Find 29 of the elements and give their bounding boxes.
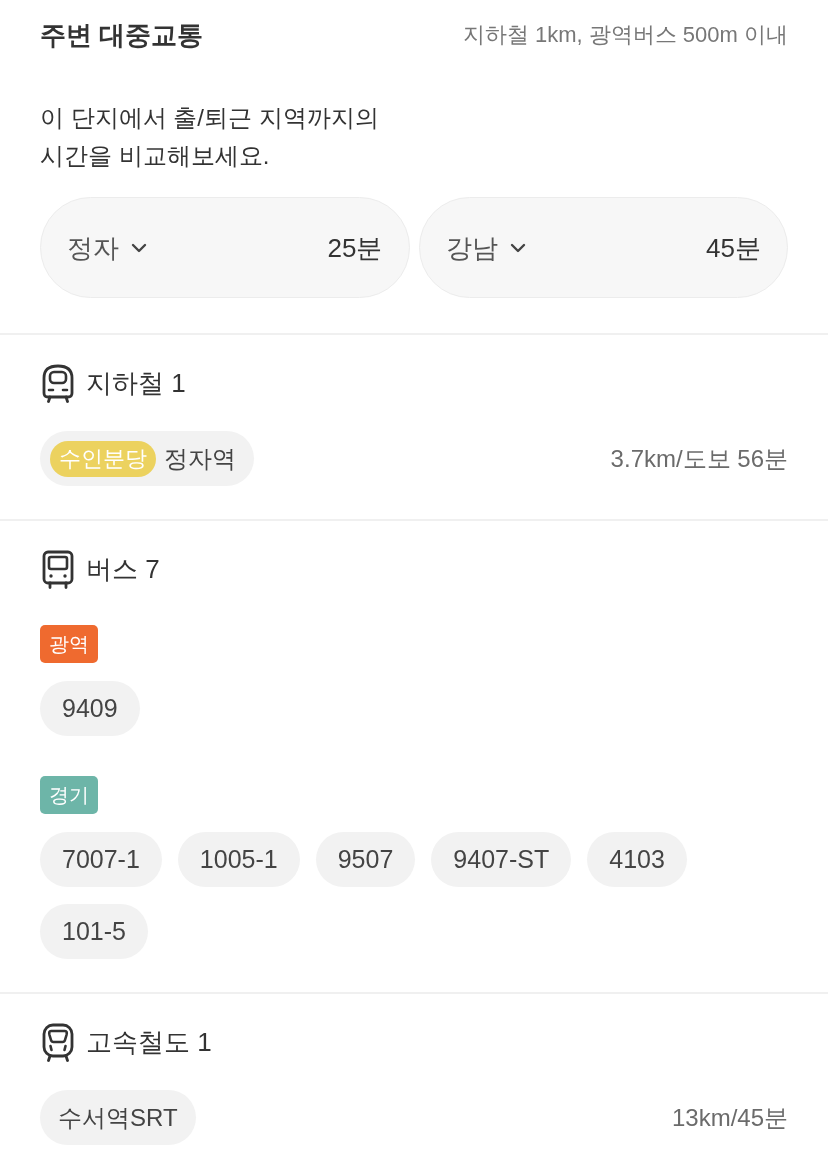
route-chip: 9407-ST (431, 832, 572, 887)
route-type-tag: 광역 (40, 625, 98, 663)
route-chip: 101-5 (40, 904, 148, 959)
section-title: 주변 대중교통 (40, 19, 204, 52)
line-badge: 수인분당 (50, 440, 156, 477)
distance-text: 3.7km/도보 56분 (610, 443, 788, 474)
chevron-down-icon (509, 242, 526, 253)
travel-time: 25분 (327, 231, 383, 265)
route-chip: 7007-1 (40, 832, 162, 887)
station-name: 정자역 (164, 443, 236, 474)
route-chip: 4103 (587, 832, 687, 887)
station-name: 수서역SRT (58, 1102, 178, 1133)
intro-text: 이 단지에서 출/퇴근 지역까지의 시간을 비교해보세요. (40, 103, 380, 171)
route-chip: 9507 (315, 832, 416, 887)
route-type-tag: 경기 (40, 776, 98, 814)
transit-category-title: 고속철도 1 (86, 1026, 212, 1059)
route-chip: 9409 (40, 681, 140, 736)
subway-train-icon (40, 363, 76, 403)
distance-text: 13km/45분 (671, 1102, 788, 1133)
route-chip: 1005-1 (177, 832, 300, 887)
search-radius-note: 지하철 1km, 광역버스 500m 이내 (462, 21, 788, 49)
transit-category-title: 지하철 1 (86, 367, 186, 400)
travel-time: 45분 (706, 231, 761, 265)
destination-dropdown[interactable]: 정자 (67, 229, 147, 266)
destination-dropdown[interactable]: 강남 (445, 229, 526, 266)
chevron-down-icon (131, 242, 147, 253)
high-speed-train-icon (40, 1022, 76, 1062)
transit-category-title: 버스 7 (86, 553, 160, 586)
bus-icon (40, 549, 76, 589)
